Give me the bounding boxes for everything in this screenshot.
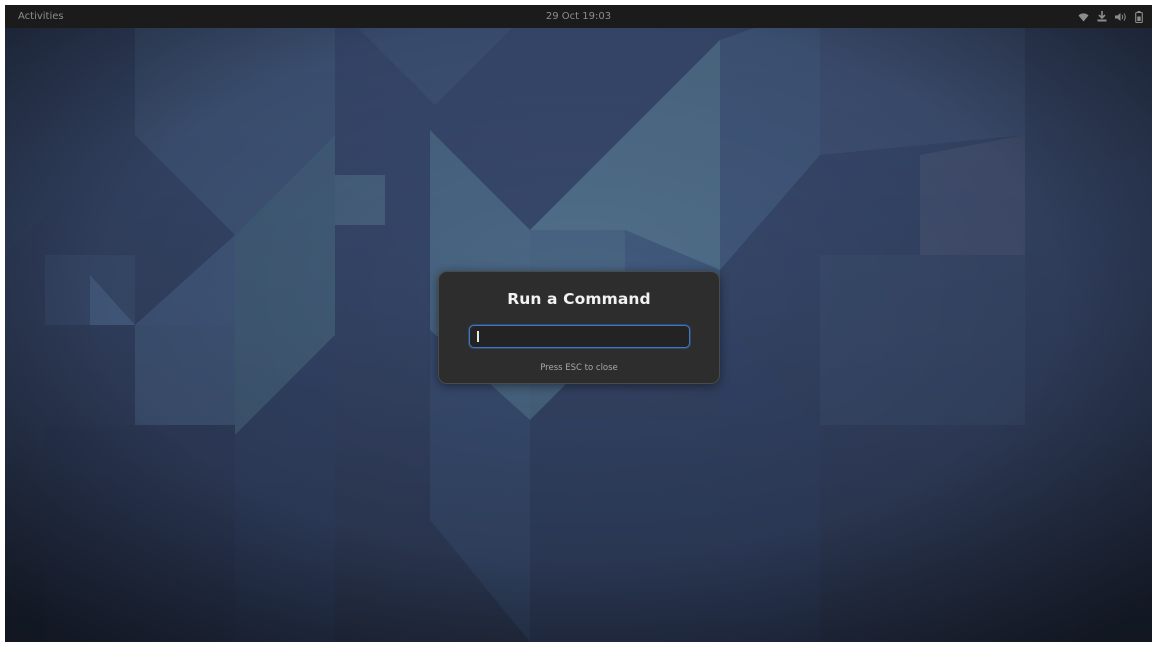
volume-icon: [1115, 12, 1127, 22]
desktop-screen: Activities 29 Oct 19:03 Run a Command Pr…: [5, 5, 1152, 642]
dialog-hint: Press ESC to close: [540, 363, 618, 373]
wifi-icon: [1078, 12, 1089, 22]
top-bar: Activities 29 Oct 19:03: [5, 5, 1152, 28]
clock-button[interactable]: 29 Oct 19:03: [546, 11, 611, 22]
clock-area: 29 Oct 19:03: [5, 5, 1152, 28]
text-caret: [477, 331, 479, 342]
command-input[interactable]: [469, 325, 690, 348]
run-command-dialog: Run a Command Press ESC to close: [438, 271, 720, 384]
dialog-title: Run a Command: [507, 290, 651, 308]
system-tray[interactable]: [1078, 5, 1143, 28]
battery-icon: [1135, 10, 1143, 23]
network-icon: [1097, 11, 1107, 22]
